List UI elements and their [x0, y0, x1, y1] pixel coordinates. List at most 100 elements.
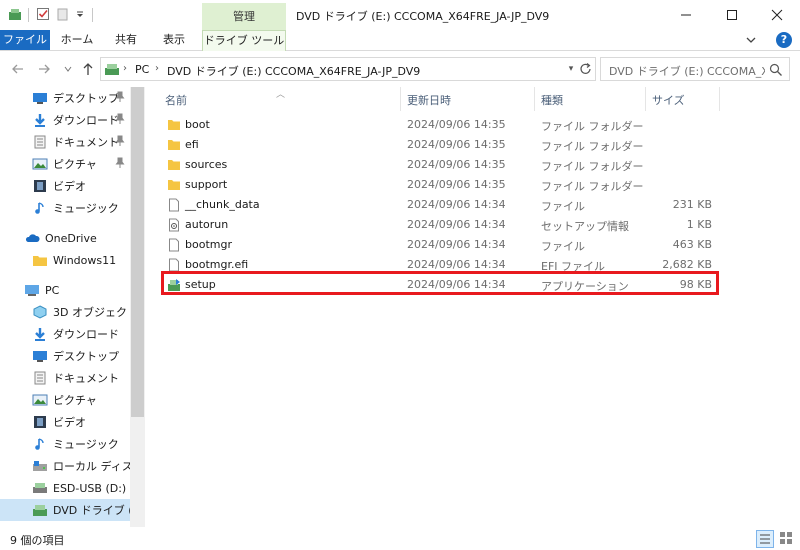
pin-icon[interactable] — [115, 157, 125, 169]
download-icon — [35, 114, 45, 127]
sidebar-item-windows11[interactable]: Windows11 — [0, 249, 130, 271]
pin-icon[interactable] — [115, 113, 125, 125]
document-icon — [34, 135, 46, 149]
column-divider[interactable] — [400, 87, 401, 111]
large-icons-view-button[interactable] — [778, 530, 796, 548]
up-button[interactable] — [80, 61, 96, 77]
sidebar-item-pc-music[interactable]: ミュージック — [0, 433, 130, 455]
close-button[interactable] — [754, 0, 800, 30]
divider — [28, 8, 29, 22]
pin-icon[interactable] — [115, 135, 125, 147]
arrow-right-icon — [39, 64, 50, 74]
maximize-icon — [727, 10, 737, 20]
breadcrumb-dvd-drive[interactable]: DVD ドライブ (E:) CCCOMA_X64FRE_JA-JP_DV9 — [167, 63, 420, 79]
sidebar-item-dvd-drive[interactable]: DVD ドライブ (E:) C — [0, 499, 130, 521]
sidebar-item-pc-videos[interactable]: ビデオ — [0, 411, 130, 433]
column-divider[interactable] — [534, 87, 535, 111]
search-box[interactable]: DVD ドライブ (E:) CCCOMA_X64... — [600, 57, 790, 81]
status-bar: 9 個の項目 — [0, 527, 800, 550]
file-icon — [169, 258, 179, 272]
file-row-efi[interactable]: efi 2024/09/06 14:35 ファイル フォルダー — [161, 135, 716, 155]
expand-ribbon-icon[interactable] — [744, 33, 758, 47]
file-row-support[interactable]: support 2024/09/06 14:35 ファイル フォルダー — [161, 175, 716, 195]
sidebar-item-pc-downloads[interactable]: ダウンロード — [0, 323, 130, 345]
column-header-size[interactable]: サイズ — [652, 91, 685, 111]
window-title: DVD ドライブ (E:) CCCOMA_X64FRE_JA-JP_DV9 — [296, 10, 550, 23]
sidebar-item-desktop[interactable]: デスクトップ — [0, 87, 130, 109]
details-view-button[interactable] — [756, 530, 774, 548]
column-divider[interactable] — [719, 87, 720, 111]
search-input[interactable]: DVD ドライブ (E:) CCCOMA_X64... — [609, 63, 765, 79]
refresh-icon[interactable] — [578, 58, 594, 80]
tab-share[interactable]: 共有 — [106, 30, 146, 50]
folder-icon — [168, 180, 180, 190]
sidebar-item-pictures[interactable]: ピクチャ — [0, 153, 130, 175]
sidebar-item-pc-pictures[interactable]: ピクチャ — [0, 389, 130, 411]
setup-highlight-box — [161, 271, 719, 295]
picture-icon — [32, 158, 48, 170]
file-icon — [169, 198, 179, 212]
document-icon — [34, 371, 46, 385]
sidebar-item-pc-documents[interactable]: ドキュメント — [0, 367, 130, 389]
address-dropdown-icon[interactable]: ▾ — [565, 62, 577, 76]
folder-icon — [168, 140, 180, 150]
ribbon-tabs: ファイル ホーム 共有 表示 ドライブ ツール ? — [0, 30, 800, 51]
dvd-drive-icon — [33, 505, 47, 516]
column-header-name[interactable]: 名前 — [165, 91, 187, 111]
file-row-boot[interactable]: boot 2024/09/06 14:35 ファイル フォルダー — [161, 115, 716, 135]
scrollbar-thumb[interactable] — [131, 87, 144, 417]
computer-icon — [25, 285, 39, 296]
sidebar-item-documents[interactable]: ドキュメント — [0, 131, 130, 153]
column-header-type[interactable]: 種類 — [541, 91, 563, 111]
tab-view[interactable]: 表示 — [152, 30, 196, 50]
sidebar-item-downloads[interactable]: ダウンロード — [0, 109, 130, 131]
usb-drive-icon — [33, 483, 47, 493]
close-icon — [771, 9, 783, 21]
video-icon — [34, 416, 46, 428]
forward-button[interactable] — [36, 61, 52, 77]
recent-locations-button[interactable] — [60, 61, 76, 77]
help-icon[interactable]: ? — [776, 32, 792, 48]
tab-file[interactable]: ファイル — [0, 30, 50, 50]
back-button[interactable] — [10, 61, 26, 77]
sidebar-item-esd-usb[interactable]: ESD-USB (D:) — [0, 477, 130, 499]
folder-icon — [33, 256, 47, 266]
column-divider[interactable] — [645, 87, 646, 111]
details-view-icon — [760, 534, 770, 544]
picture-icon — [32, 394, 48, 406]
properties-icon[interactable] — [36, 7, 50, 21]
item-count: 9 個の項目 — [10, 534, 65, 547]
quick-access-dropdown-icon[interactable] — [73, 7, 87, 21]
desktop-icon — [33, 93, 47, 104]
sidebar-scrollbar[interactable] — [130, 87, 145, 527]
minimize-button[interactable] — [663, 0, 709, 30]
file-row-bootmgr[interactable]: bootmgr 2024/09/06 14:34 ファイル 463 KB — [161, 235, 716, 255]
new-folder-icon[interactable] — [56, 7, 70, 21]
tab-home[interactable]: ホーム — [55, 30, 99, 50]
breadcrumb-chevron-icon[interactable]: › — [123, 63, 127, 74]
breadcrumb-pc[interactable]: PC — [135, 63, 149, 76]
sidebar-item-pc[interactable]: PC — [0, 279, 130, 301]
sidebar-item-videos[interactable]: ビデオ — [0, 175, 130, 197]
search-icon[interactable] — [769, 63, 783, 77]
maximize-button[interactable] — [709, 0, 755, 30]
breadcrumb-chevron-icon[interactable]: › — [155, 63, 159, 74]
cloud-icon — [25, 234, 40, 242]
minimize-icon — [681, 14, 691, 16]
address-bar[interactable]: › PC › DVD ドライブ (E:) CCCOMA_X64FRE_JA-JP… — [100, 57, 596, 81]
file-row-chunk-data[interactable]: __chunk_data 2024/09/06 14:34 ファイル 231 K… — [161, 195, 716, 215]
tab-drive-tools[interactable]: ドライブ ツール — [202, 30, 286, 51]
sidebar-item-3d-objects[interactable]: 3D オブジェクト — [0, 301, 130, 323]
sidebar-item-music[interactable]: ミュージック — [0, 197, 130, 219]
explorer-app-icon[interactable] — [8, 7, 22, 21]
download-icon — [35, 328, 45, 341]
local-disk-icon — [33, 461, 47, 471]
sidebar-item-local-disk[interactable]: ローカル ディスク (C — [0, 455, 130, 477]
file-row-sources[interactable]: sources 2024/09/06 14:35 ファイル フォルダー — [161, 155, 716, 175]
column-header-modified[interactable]: 更新日時 — [407, 91, 451, 111]
sidebar-item-pc-desktop[interactable]: デスクトップ — [0, 345, 130, 367]
pin-icon[interactable] — [115, 91, 125, 103]
sidebar-item-onedrive[interactable]: OneDrive — [0, 227, 130, 249]
music-icon — [35, 438, 44, 450]
file-row-autorun[interactable]: autorun 2024/09/06 14:34 セットアップ情報 1 KB — [161, 215, 716, 235]
